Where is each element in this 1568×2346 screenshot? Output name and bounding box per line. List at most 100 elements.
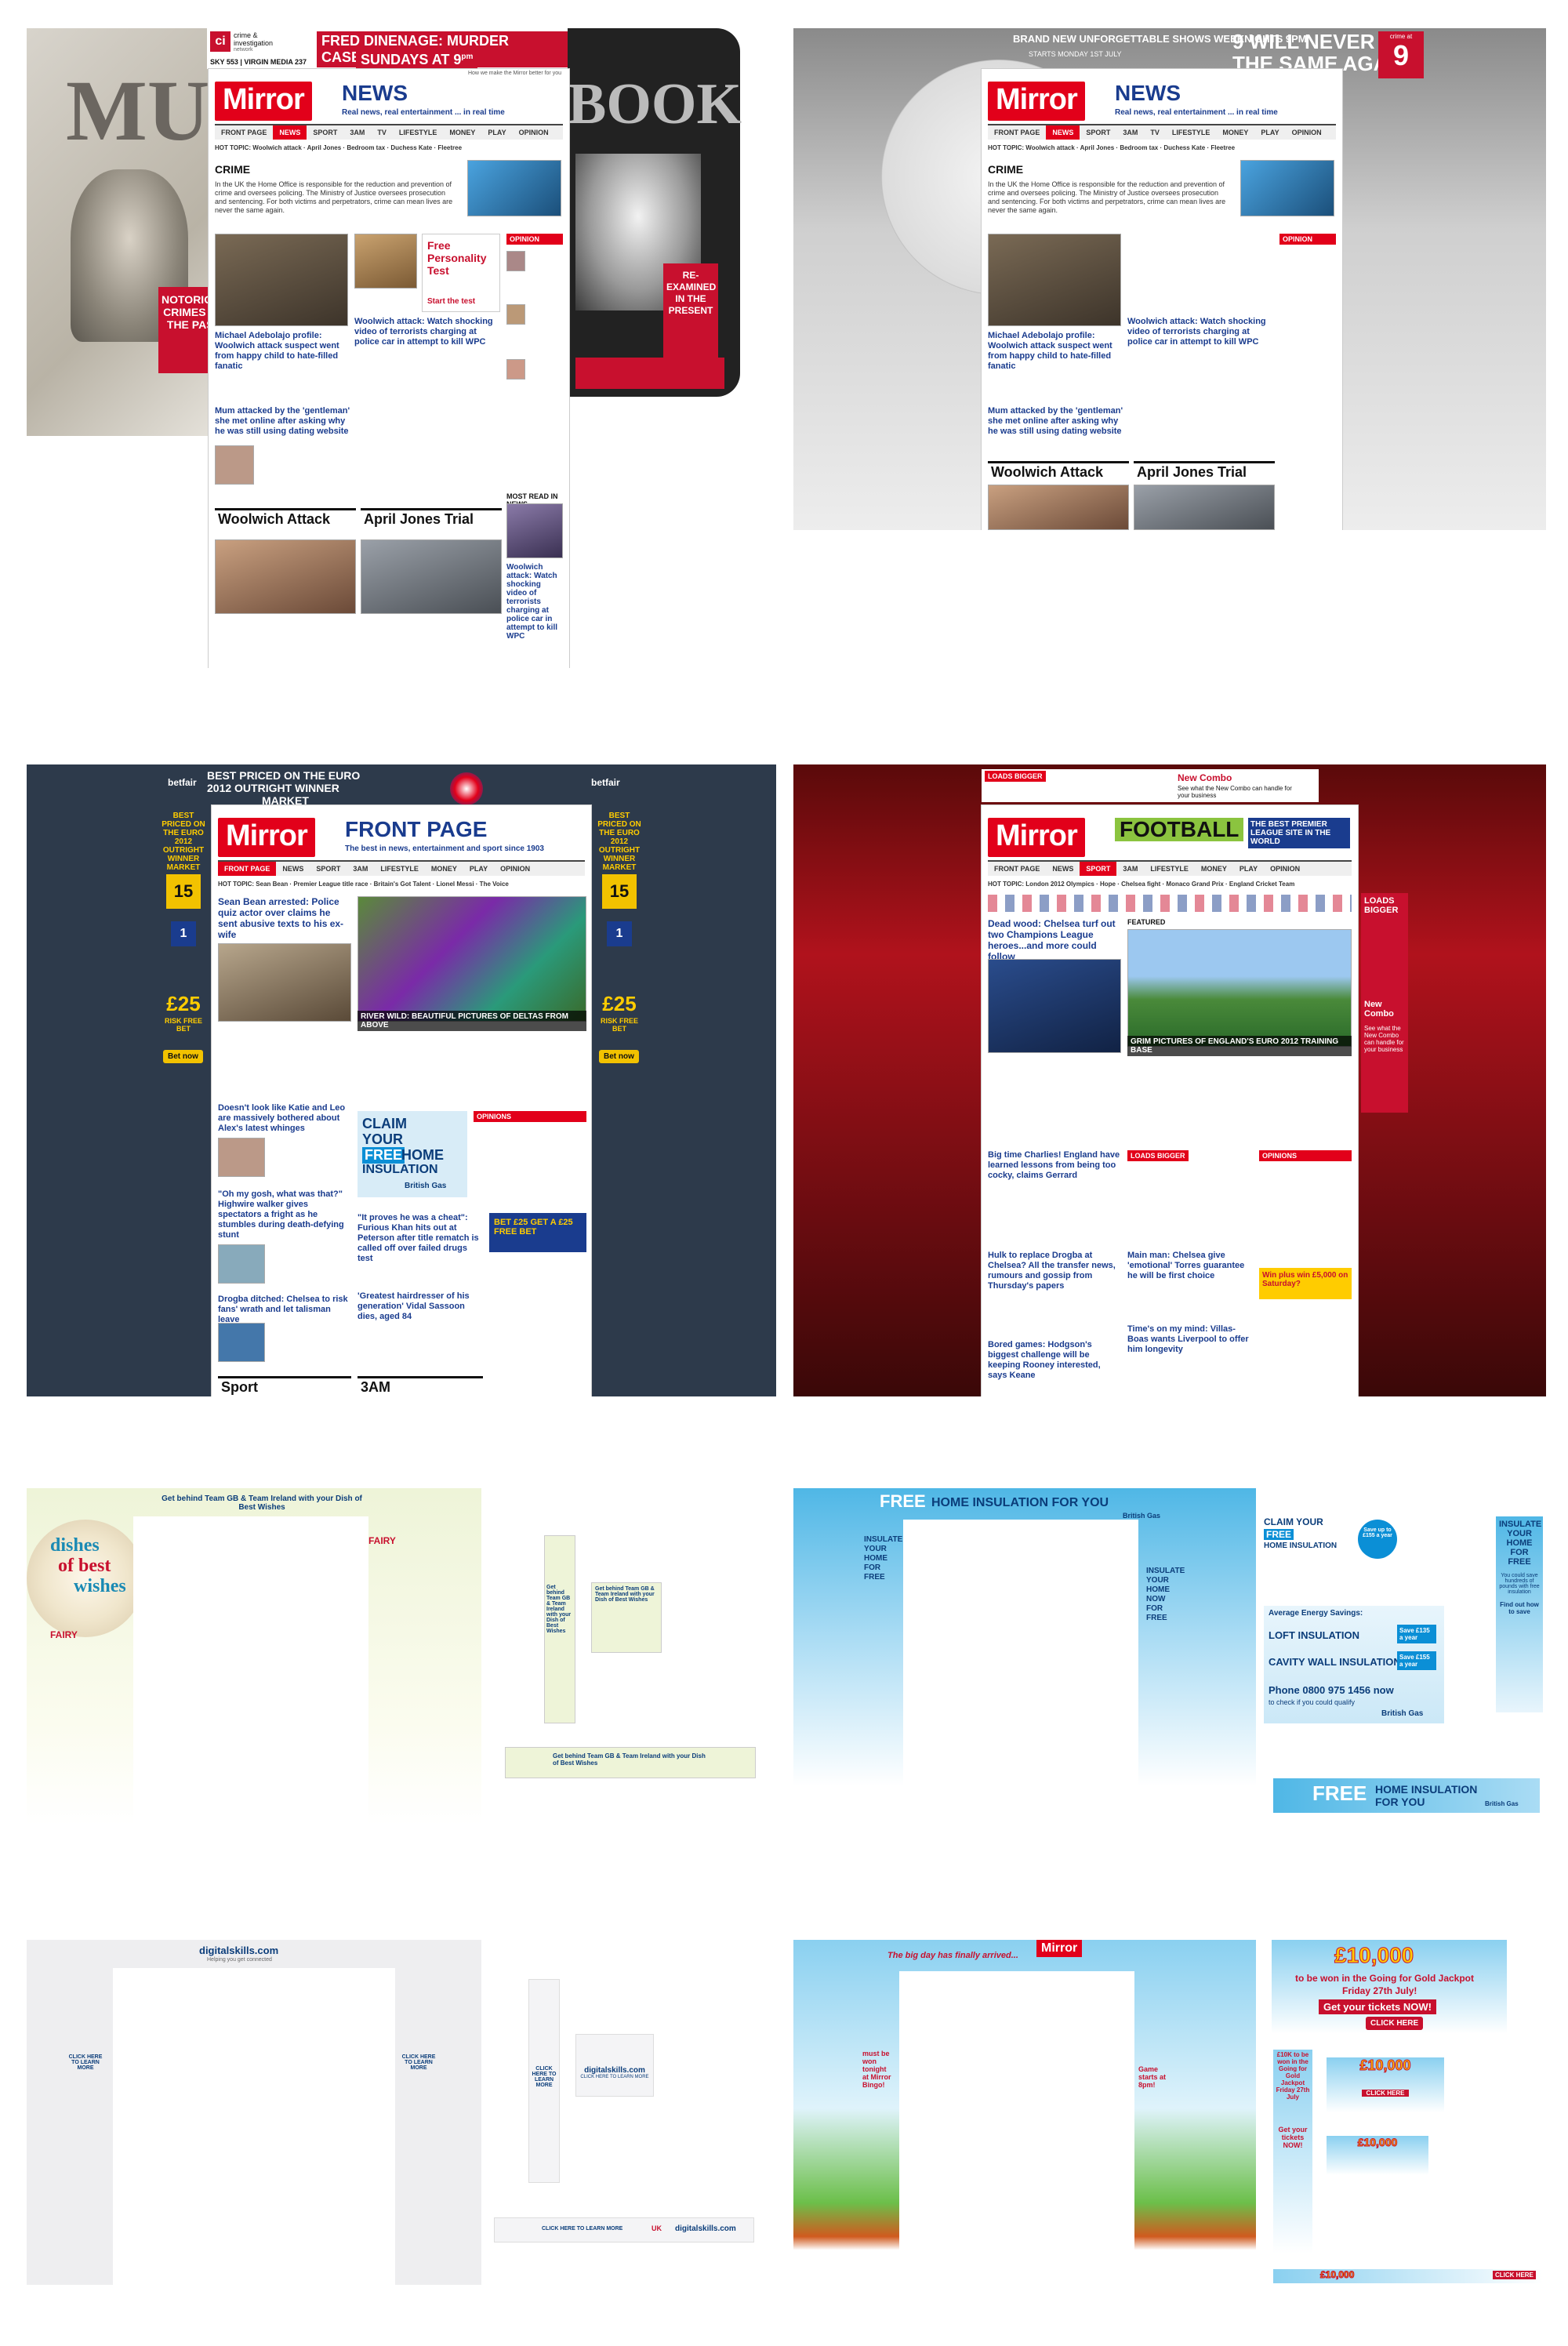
april-jones-photo-2[interactable] xyxy=(1134,485,1275,530)
katie-photo[interactable] xyxy=(218,1138,265,1177)
lead-headline-2[interactable]: Michael Adebolajo profile: Woolwich atta… xyxy=(988,331,1121,372)
mirror-logo-3[interactable]: Mirror xyxy=(218,818,315,857)
nav-item-news[interactable]: NEWS xyxy=(1046,862,1080,876)
headline-villas-boas[interactable]: Time's on my mind: Villas-Boas wants Liv… xyxy=(1127,1324,1253,1355)
headline-highwire[interactable]: "Oh my gosh, what was that?" Highwire wa… xyxy=(218,1189,351,1240)
nav-item-news[interactable]: NEWS xyxy=(273,125,307,140)
win-ad[interactable]: Win plus win £5,000 on Saturday? xyxy=(1259,1268,1352,1299)
nav-item-money[interactable]: MONEY xyxy=(425,862,463,876)
nav-item-lifestyle[interactable]: LIFESTYLE xyxy=(1166,125,1217,140)
opinion-avatar-2[interactable] xyxy=(506,304,525,325)
most-read-headline[interactable]: Woolwich attack: Watch shocking video of… xyxy=(506,563,563,641)
betfair-left-skyscraper[interactable]: BEST PRICED ON THE EURO 2012 OUTRIGHT WI… xyxy=(160,812,207,1070)
woolwich-photo-2[interactable] xyxy=(988,485,1129,530)
bingo-leaderboard[interactable]: £10,000 CLICK HERE xyxy=(1273,2269,1543,2283)
british-gas-ad[interactable]: CLAIM YOUR FREE HOME INSULATION British … xyxy=(358,1111,467,1197)
hot-topic-4[interactable]: HOT TOPIC: London 2012 Olympics · Hope ·… xyxy=(988,881,1352,890)
nav-item-money[interactable]: MONEY xyxy=(443,125,481,140)
bg-skyscraper[interactable]: INSULATE YOUR HOME FOR FREE You could sa… xyxy=(1496,1516,1543,1712)
bingo-takeover[interactable]: The big day has finally arrived... Mirro… xyxy=(793,1940,1256,2277)
delta-caption[interactable]: RIVER WILD: BEAUTIFUL PICTURES OF DELTAS… xyxy=(358,1011,586,1031)
nav-item-front-page[interactable]: FRONT PAGE xyxy=(988,862,1046,876)
ds-takeover[interactable]: digitalskills.com Helping you get connec… xyxy=(27,1940,481,2285)
highwire-photo[interactable] xyxy=(218,1244,265,1284)
nav-item-3am[interactable]: 3AM xyxy=(347,862,374,876)
nav-item-front-page[interactable]: FRONT PAGE xyxy=(215,125,273,140)
mirror-logo-4[interactable]: Mirror xyxy=(988,818,1085,857)
nav-item-play[interactable]: PLAY xyxy=(1254,125,1285,140)
section-april-jones[interactable]: April Jones Trial xyxy=(361,508,502,527)
nav-item-front-page[interactable]: FRONT PAGE xyxy=(988,125,1046,140)
lead-photo-3[interactable] xyxy=(218,943,351,1022)
nav-item-3am[interactable]: 3AM xyxy=(1116,125,1144,140)
bingo-button-ad[interactable]: £10,000 xyxy=(1327,2136,1428,2175)
bingo-mpu[interactable]: £10,000 to be won in the Going for Gold … xyxy=(1272,1940,1507,2034)
bg-mpu[interactable]: Average Energy Savings: LOFT INSULATION … xyxy=(1264,1606,1444,1723)
third-headline[interactable]: Mum attacked by the 'gentleman' she met … xyxy=(215,406,356,437)
drogba-photo[interactable] xyxy=(218,1323,265,1362)
nav-item-sport[interactable]: SPORT xyxy=(1080,862,1117,876)
section-woolwich[interactable]: Woolwich Attack xyxy=(215,508,356,527)
nav-item-opinion[interactable]: OPINION xyxy=(1286,125,1328,140)
ds-leaderboard[interactable]: CLICK HERE TO LEARN MORE UK digitalskill… xyxy=(494,2217,754,2242)
nav-item-lifestyle[interactable]: LIFESTYLE xyxy=(374,862,425,876)
delta-photo[interactable] xyxy=(358,896,586,1022)
bet-ad[interactable]: BET £25 GET A £25 FREE BET xyxy=(489,1213,586,1252)
lead-headline-4[interactable]: Dead wood: Chelsea turf out two Champion… xyxy=(988,918,1121,962)
nav-item-3am[interactable]: 3AM xyxy=(1116,862,1144,876)
headline-hulk[interactable]: Hulk to replace Drogba at Chelsea? All t… xyxy=(988,1251,1121,1291)
bingo-lb-click[interactable]: CLICK HERE xyxy=(1493,2271,1536,2279)
nav-item-sport[interactable]: SPORT xyxy=(307,125,343,140)
bg-leaderboard[interactable]: FREE HOME INSULATION FOR YOU British Gas xyxy=(1273,1778,1540,1813)
hot-topic-3[interactable]: HOT TOPIC: Sean Bean · Premier League ti… xyxy=(218,881,585,890)
fairy-mpu[interactable]: Get behind Team GB & Team Ireland with y… xyxy=(591,1582,662,1653)
loads-bigger-mpu[interactable]: LOADS BIGGER xyxy=(1127,1150,1189,1161)
bg-takeover[interactable]: FREE HOME INSULATION FOR YOU British Gas… xyxy=(793,1488,1256,1786)
ds-skyscraper[interactable]: CLICK HERE TO LEARN MORE xyxy=(528,1979,560,2183)
personality-button[interactable]: Start the test xyxy=(427,297,475,306)
nav-item-news[interactable]: NEWS xyxy=(1046,125,1080,140)
nav-item-opinion[interactable]: OPINION xyxy=(513,125,555,140)
headline-gerrard[interactable]: Big time Charlies! England have learned … xyxy=(988,1150,1121,1181)
fairy-skyscraper[interactable]: Get behind Team GB & Team Ireland with y… xyxy=(544,1535,575,1723)
third-headline-2[interactable]: Mum attacked by the 'gentleman' she met … xyxy=(988,406,1129,437)
mirror-logo[interactable]: Mirror xyxy=(215,82,312,121)
nav-item-opinion[interactable]: OPINION xyxy=(1264,862,1306,876)
opinion-avatar-1[interactable] xyxy=(506,251,525,271)
nav-item-front-page[interactable]: FRONT PAGE xyxy=(218,862,277,876)
left-sky-bet-now[interactable]: Bet now xyxy=(163,1050,203,1063)
ds-mpu[interactable]: digitalskills.com CLICK HERE TO LEARN MO… xyxy=(575,2034,654,2097)
section-april-jones-2[interactable]: April Jones Trial xyxy=(1134,461,1275,480)
betfair-logo-left[interactable]: betfair xyxy=(168,777,197,788)
mirror-top-link[interactable]: How we make the Mirror better for you xyxy=(468,71,561,76)
nav-item-news[interactable]: NEWS xyxy=(276,862,310,876)
headline-sassoon[interactable]: 'Greatest hairdresser of his generation'… xyxy=(358,1291,483,1322)
section-3am[interactable]: 3AM xyxy=(358,1376,483,1395)
bingo-small-click[interactable]: CLICK HERE xyxy=(1362,2090,1409,2097)
nav-item-lifestyle[interactable]: LIFESTYLE xyxy=(393,125,444,140)
mirror-logo-2[interactable]: Mirror xyxy=(988,82,1085,121)
most-read-photo[interactable] xyxy=(506,503,563,558)
april-jones-photo[interactable] xyxy=(361,539,502,614)
headline-khan[interactable]: "It proves he was a cheat": Furious Khan… xyxy=(358,1213,483,1264)
headline-katie[interactable]: Doesn't look like Katie and Leo are mass… xyxy=(218,1103,351,1134)
hot-topic[interactable]: HOT TOPIC: Woolwich attack · April Jones… xyxy=(215,144,563,154)
lead-headline[interactable]: Michael Adebolajo profile: Woolwich atta… xyxy=(215,331,348,372)
betfair-right-skyscraper[interactable]: BEST PRICED ON THE EURO 2012 OUTRIGHT WI… xyxy=(596,812,643,1070)
lead-photo[interactable] xyxy=(215,234,348,326)
nav-item-money[interactable]: MONEY xyxy=(1216,125,1254,140)
opinion-avatar-3[interactable] xyxy=(506,359,525,380)
featured-caption[interactable]: GRIM PICTURES OF ENGLAND'S EURO 2012 TRA… xyxy=(1127,1036,1352,1056)
woolwich-photo[interactable] xyxy=(215,539,356,614)
fairy-takeover[interactable]: Get behind Team GB & Team Ireland with y… xyxy=(27,1488,481,1825)
bingo-click-here[interactable]: CLICK HERE xyxy=(1366,2017,1424,2030)
van-top-ad[interactable]: LOADS BIGGER New Combo See what the New … xyxy=(982,769,1319,802)
nav-item-money[interactable]: MONEY xyxy=(1195,862,1233,876)
nav-item-sport[interactable]: SPORT xyxy=(310,862,347,876)
hot-topic-2[interactable]: HOT TOPIC: Woolwich attack · April Jones… xyxy=(988,144,1336,154)
betfair-logo-right[interactable]: betfair xyxy=(591,777,620,788)
headline-drogba[interactable]: Drogba ditched: Chelsea to risk fans' wr… xyxy=(218,1295,351,1325)
lead-photo-4[interactable] xyxy=(988,959,1121,1053)
bingo-skyscraper[interactable]: £10K to be won in the Going for Gold Jac… xyxy=(1273,2050,1312,2253)
ds-right-click[interactable]: CLICK HERE TO LEARN MORE xyxy=(399,2054,438,2071)
